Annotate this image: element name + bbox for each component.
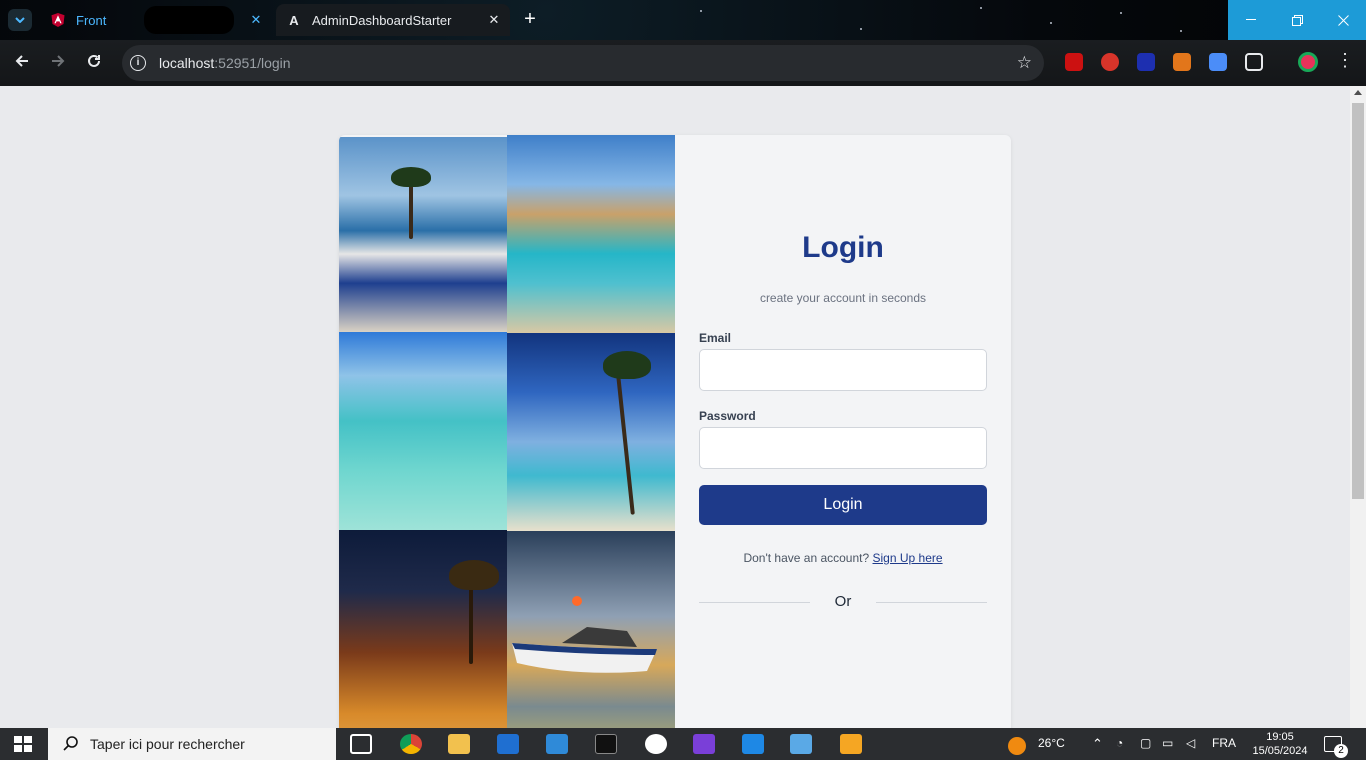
restore-icon xyxy=(1291,14,1303,26)
palm-beach-image xyxy=(507,333,675,531)
beach-hut-image xyxy=(507,135,675,333)
scrollbar-thumb[interactable] xyxy=(1352,103,1364,499)
profile-avatar[interactable] xyxy=(1298,52,1318,72)
tab-search-button[interactable] xyxy=(8,9,32,31)
search-placeholder: Taper ici pour rechercher xyxy=(90,736,245,752)
scroll-up-arrow-icon[interactable] xyxy=(1354,90,1362,95)
metamask-fox-icon[interactable] xyxy=(1173,53,1191,71)
background-star xyxy=(1050,22,1052,24)
restore-button[interactable] xyxy=(1274,0,1320,40)
tab-admin-dashboard[interactable]: A AdminDashboardStarter ✕ xyxy=(276,4,510,36)
chrome-icon[interactable] xyxy=(400,734,422,754)
background-star xyxy=(1180,30,1182,32)
battery-icon[interactable]: ▭ xyxy=(1162,736,1173,750)
image-collage xyxy=(339,135,675,728)
arrow-left-icon xyxy=(15,55,28,67)
wave-extension-icon[interactable] xyxy=(1137,53,1155,71)
login-form: Login create your account in seconds Ema… xyxy=(699,135,987,728)
back-button[interactable] xyxy=(10,51,34,75)
background-star xyxy=(980,7,982,9)
search-icon xyxy=(63,736,78,751)
background-star xyxy=(1120,12,1122,14)
arrow-right-icon xyxy=(52,55,65,67)
page-subtitle: create your account in seconds xyxy=(759,291,927,305)
site-info-icon[interactable]: i xyxy=(130,55,146,71)
email-label: Email xyxy=(699,331,732,345)
clock-time: 19:05 xyxy=(1266,731,1294,743)
angular-icon: A xyxy=(289,12,299,28)
tab-title: AdminDashboardStarter xyxy=(312,12,452,28)
email-field[interactable] xyxy=(699,349,987,391)
signup-prompt: Don't have an account? Sign Up here xyxy=(699,551,987,565)
browser-toolbar: i localhost:52951/login ☆ ⋮ xyxy=(0,40,1366,86)
address-bar[interactable]: i localhost:52951/login ☆ xyxy=(122,45,1044,81)
close-icon xyxy=(1337,14,1349,26)
close-icon[interactable]: ✕ xyxy=(486,12,502,28)
new-tab-button[interactable]: + xyxy=(518,9,542,31)
divider-line xyxy=(876,602,987,603)
chevron-up-icon[interactable]: ⌃ xyxy=(1092,736,1103,752)
windows-start-button[interactable] xyxy=(14,736,32,752)
notification-count: 2 xyxy=(1334,744,1348,758)
redacted-region xyxy=(144,6,234,34)
chevron-down-icon xyxy=(15,17,25,23)
password-label: Password xyxy=(699,409,756,423)
file-explorer-icon[interactable] xyxy=(448,734,470,754)
bookmark-star-icon[interactable]: ☆ xyxy=(1017,53,1032,73)
url-path: :52951/login xyxy=(214,55,291,71)
store-icon[interactable] xyxy=(497,734,519,754)
clear-water-image xyxy=(339,332,507,530)
clock[interactable]: 19:05 15/05/2024 xyxy=(1252,730,1308,758)
reload-icon xyxy=(88,54,100,67)
url-host: localhost xyxy=(159,55,215,71)
page-title: Login xyxy=(802,231,884,264)
login-button[interactable]: Login xyxy=(699,485,987,525)
clock-date: 15/05/2024 xyxy=(1252,745,1308,757)
more-menu-icon[interactable]: ⋮ xyxy=(1336,50,1354,71)
background-star xyxy=(700,10,702,12)
signup-prompt-text: Don't have an account? xyxy=(743,551,870,565)
device-icon[interactable]: ▢ xyxy=(1140,736,1151,750)
beach-resort-image xyxy=(339,137,507,332)
boat-image xyxy=(512,596,657,673)
windows-taskbar: Taper ici pour rechercher 26°C ⌃ ◔ ▢ ▭ ◁… xyxy=(0,728,1366,760)
document-extension-icon[interactable] xyxy=(1209,53,1227,71)
tab-title: Front xyxy=(76,12,107,28)
or-divider: Or xyxy=(699,593,987,611)
password-field[interactable] xyxy=(699,427,987,469)
volume-icon[interactable]: ◁ xyxy=(1186,736,1195,750)
night-resort-image xyxy=(339,530,507,728)
sunset-boat-image xyxy=(507,531,675,728)
forward-button[interactable] xyxy=(46,51,70,75)
virtualbox-icon[interactable] xyxy=(790,734,812,754)
vscode-icon[interactable] xyxy=(742,734,764,754)
minimize-icon xyxy=(1246,19,1256,20)
shield-extension-icon[interactable] xyxy=(1101,53,1119,71)
mail-icon[interactable] xyxy=(546,734,568,754)
page-viewport: Login create your account in seconds Ema… xyxy=(0,86,1350,728)
terminal-icon[interactable] xyxy=(595,734,617,754)
reload-button[interactable] xyxy=(82,51,106,75)
task-view-icon[interactable] xyxy=(350,734,372,754)
taskbar-search[interactable]: Taper ici pour rechercher xyxy=(48,728,336,760)
background-star xyxy=(860,28,862,30)
app-icon[interactable] xyxy=(840,734,862,754)
star-app-icon[interactable] xyxy=(693,734,715,754)
language-indicator[interactable]: FRA xyxy=(1212,736,1236,750)
minimize-button[interactable] xyxy=(1228,0,1274,40)
login-card: Login create your account in seconds Ema… xyxy=(339,135,1011,728)
mongodb-compass-icon[interactable] xyxy=(645,734,667,754)
close-window-button[interactable] xyxy=(1320,0,1366,40)
pdf-extension-icon[interactable] xyxy=(1065,53,1083,71)
puzzle-extensions-icon[interactable] xyxy=(1245,53,1263,71)
browser-tab-strip: Front ✕ A AdminDashboardStarter ✕ + xyxy=(0,0,1366,40)
weather-temp[interactable]: 26°C xyxy=(1038,736,1065,750)
vertical-scrollbar[interactable] xyxy=(1350,86,1366,728)
signup-link[interactable]: Sign Up here xyxy=(873,551,943,565)
close-icon[interactable]: ✕ xyxy=(248,12,264,28)
network-icon[interactable]: ◔ xyxy=(1116,736,1123,750)
angular-icon xyxy=(50,12,66,28)
url-text[interactable]: localhost:52951/login xyxy=(159,55,291,71)
weather-sun-icon[interactable] xyxy=(1008,737,1026,755)
